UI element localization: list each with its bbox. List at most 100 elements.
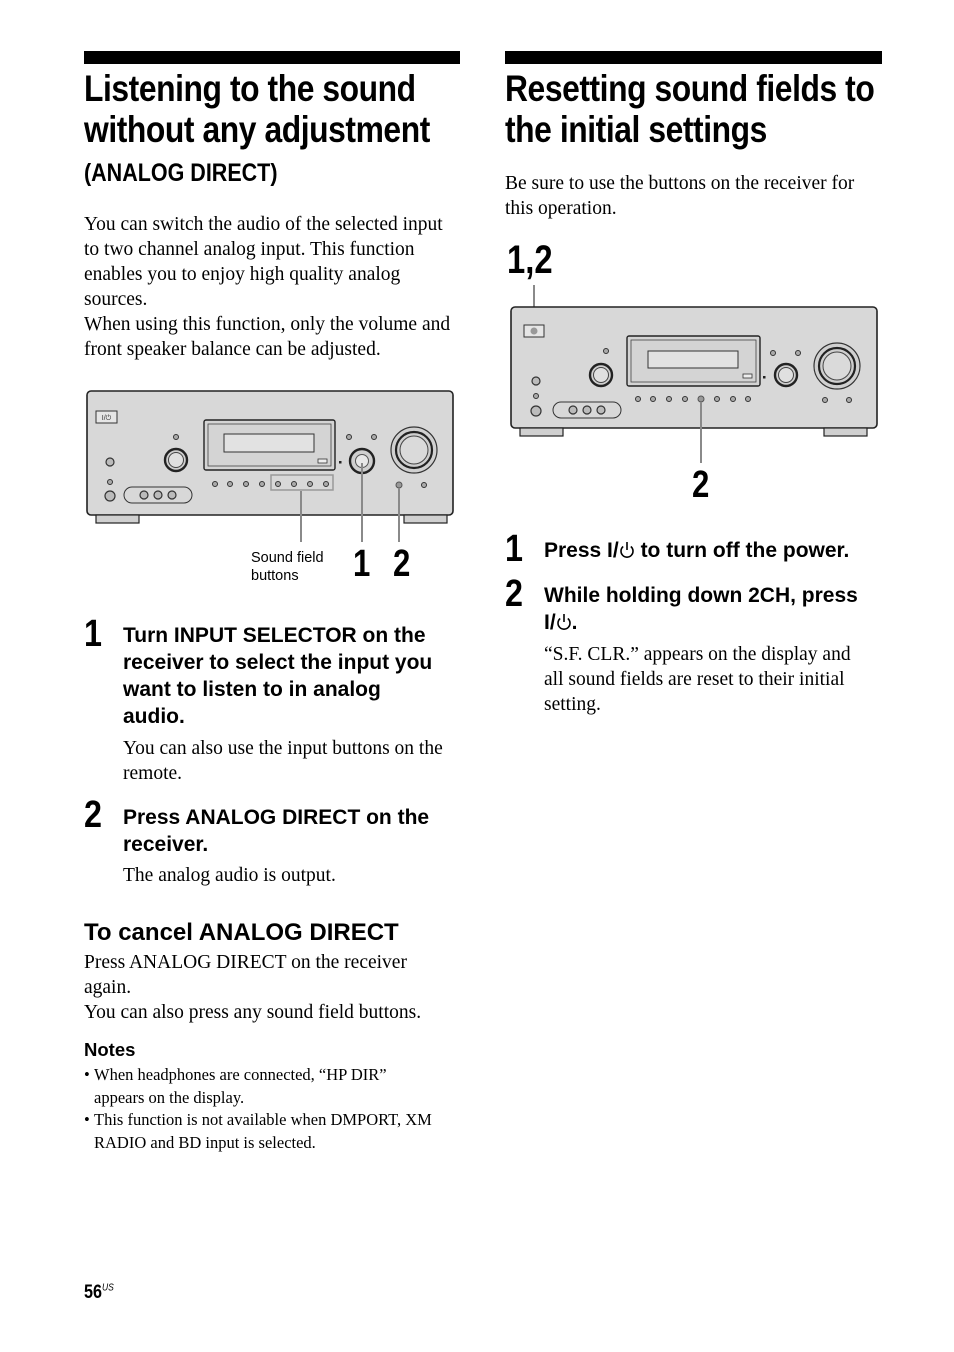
memory-enter-button bbox=[635, 396, 641, 402]
sound-field-button-afd bbox=[714, 396, 720, 402]
display-indicator bbox=[317, 458, 328, 464]
section-rule-right bbox=[505, 51, 882, 64]
sound-field-button-music bbox=[323, 481, 329, 487]
page-number-value: 56 bbox=[84, 1282, 102, 1303]
section-subtitle: (ANALOG DIRECT) bbox=[84, 159, 278, 187]
text-line: again. bbox=[84, 977, 132, 998]
text-line: “S.F. CLR.” appears on the display and bbox=[544, 644, 851, 665]
title-line: the initial settings bbox=[505, 109, 767, 150]
callout-label-line: buttons bbox=[251, 568, 299, 584]
power-icon bbox=[556, 614, 571, 630]
auto-cal-mic-jack bbox=[533, 393, 539, 399]
notes-heading: Notes bbox=[84, 1039, 136, 1060]
category-up-button bbox=[259, 481, 265, 487]
intro-paragraph: You can switch the audio of the selected… bbox=[84, 212, 464, 362]
callout-step-1: 1 bbox=[353, 543, 371, 585]
text-line: Press ANALOG DIRECT on the receiver bbox=[84, 952, 407, 973]
callout-step-1-2: 1,2 bbox=[507, 238, 553, 282]
step-title-line: While holding down 2CH, press bbox=[544, 584, 858, 607]
speakers-button bbox=[105, 457, 115, 467]
title-line: without any adjustment bbox=[84, 109, 430, 150]
video-jack bbox=[568, 405, 578, 415]
power-symbol-icon: I/⏻ bbox=[102, 414, 112, 422]
phones-jack bbox=[530, 405, 542, 417]
power-button-highlight bbox=[530, 327, 538, 335]
sound-field-button-2ch bbox=[275, 481, 281, 487]
tuning-mode-button bbox=[173, 434, 179, 440]
text-run: to turn off the power. bbox=[634, 539, 850, 562]
tuning-mode-button bbox=[603, 348, 609, 354]
callout-step-2: 2 bbox=[393, 543, 411, 585]
display-indicator bbox=[742, 373, 753, 379]
text-line: enables you to enjoy high quality analog bbox=[84, 264, 401, 285]
text-line: remote. bbox=[123, 763, 183, 784]
step-title-line: want to listen to in analog bbox=[123, 678, 381, 701]
title-line: Listening to the sound bbox=[84, 68, 416, 109]
display-screen bbox=[647, 350, 739, 369]
note-item: This function is not available when DMPO… bbox=[84, 1109, 469, 1154]
auto-cal-mic-jack bbox=[107, 479, 113, 485]
display-button bbox=[770, 350, 776, 356]
tuning-knob-inner bbox=[593, 367, 609, 383]
input-mode-button bbox=[371, 434, 377, 440]
category-down-button bbox=[243, 481, 249, 487]
remote-sensor bbox=[339, 461, 342, 464]
video-jack bbox=[139, 490, 149, 500]
section-rule-left bbox=[84, 51, 460, 64]
text-line: RADIO and BD input is selected. bbox=[94, 1132, 316, 1152]
muting-button bbox=[846, 397, 852, 403]
audio-l-jack bbox=[153, 490, 163, 500]
text-line: this operation. bbox=[505, 198, 617, 219]
text-line: to two channel analog input. This functi… bbox=[84, 239, 415, 260]
text-line: When using this function, only the volum… bbox=[84, 314, 451, 335]
text-run: I/ bbox=[544, 611, 556, 634]
muting-button bbox=[421, 482, 427, 488]
step-title-line: Press ANALOG DIRECT on the bbox=[123, 806, 430, 829]
notes-list: When headphones are connected, “HP DIR” … bbox=[84, 1064, 469, 1154]
text-line: appears on the display. bbox=[94, 1087, 245, 1107]
power-icon bbox=[619, 542, 634, 558]
step-title-2: Press ANALOG DIRECT on the receiver. bbox=[123, 804, 468, 858]
display-button bbox=[346, 434, 352, 440]
text-line: sources. bbox=[84, 289, 148, 310]
text-line: Be sure to use the buttons on the receiv… bbox=[505, 173, 855, 194]
step-title-line: audio. bbox=[123, 705, 185, 728]
category-mode-button bbox=[650, 396, 656, 402]
remote-sensor bbox=[763, 376, 766, 379]
step-number-1: 1 bbox=[84, 613, 102, 655]
cancel-body: Press ANALOG DIRECT on the receiver agai… bbox=[84, 950, 464, 1025]
sound-field-button-music bbox=[745, 396, 751, 402]
text-line: all sound fields are reset to their init… bbox=[544, 669, 845, 690]
reset-step-number-2: 2 bbox=[505, 573, 523, 615]
display-screen bbox=[223, 433, 315, 453]
category-up-button bbox=[682, 396, 688, 402]
step-body-2: The analog audio is output. bbox=[123, 863, 468, 888]
reset-step-body-2: “S.F. CLR.” appears on the display and a… bbox=[544, 642, 889, 717]
master-volume-inner bbox=[822, 351, 852, 381]
phones-jack bbox=[104, 490, 116, 502]
step-body-1: You can also use the input buttons on th… bbox=[123, 736, 468, 786]
callout-sound-field-buttons: Sound field buttons bbox=[251, 549, 324, 585]
step-title-line: receiver. bbox=[123, 833, 209, 856]
text-run: Press I/ bbox=[544, 539, 619, 562]
text-line: The analog audio is output. bbox=[123, 865, 336, 886]
text-run: . bbox=[571, 611, 578, 634]
step-number-2: 2 bbox=[84, 794, 102, 836]
analog-direct-button bbox=[395, 481, 403, 489]
title-line: Resetting sound fields to bbox=[505, 68, 875, 109]
section-title-reset: Resetting sound fields to the initial se… bbox=[505, 68, 875, 150]
input-selector-inner bbox=[778, 367, 794, 383]
page-number: 56US bbox=[84, 1282, 114, 1304]
reset-intro: Be sure to use the buttons on the receiv… bbox=[505, 171, 885, 221]
speakers-button bbox=[531, 376, 541, 386]
note-item: When headphones are connected, “HP DIR” … bbox=[84, 1064, 469, 1109]
cancel-heading: To cancel ANALOG DIRECT bbox=[84, 919, 399, 946]
sound-field-button-afd bbox=[291, 481, 297, 487]
audio-l-jack bbox=[582, 405, 592, 415]
tuning-knob-inner bbox=[168, 452, 184, 468]
step-title-line: receiver to select the input you bbox=[123, 651, 433, 674]
step-title-line: I/. bbox=[544, 609, 889, 636]
step-title-1: Turn INPUT SELECTOR on the receiver to s… bbox=[123, 622, 468, 730]
category-down-button bbox=[666, 396, 672, 402]
callout-label-line: Sound field bbox=[251, 550, 324, 566]
